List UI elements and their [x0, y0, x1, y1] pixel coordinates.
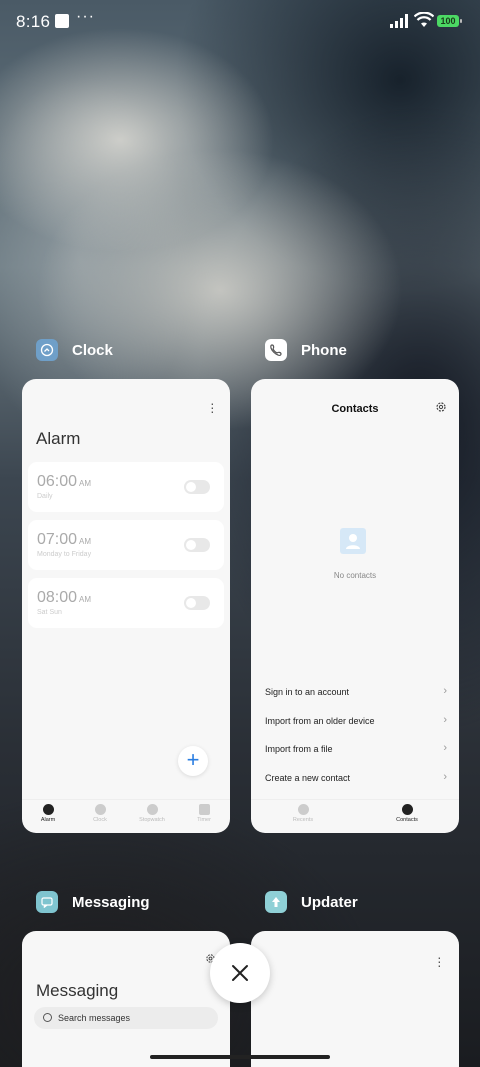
app-label-updater[interactable]: Updater — [265, 891, 358, 913]
notification-icon — [55, 14, 69, 28]
alarm-toggle[interactable] — [184, 596, 210, 610]
clock-app-icon — [36, 339, 58, 361]
battery-indicator: 100 — [437, 15, 462, 27]
action-label: Sign in to an account — [265, 687, 350, 697]
stopwatch-icon — [146, 804, 158, 815]
wifi-icon — [414, 12, 434, 27]
signal-icon — [390, 14, 408, 28]
hourglass-icon — [198, 804, 210, 815]
close-icon — [232, 965, 248, 981]
tab-label: Clock — [93, 817, 107, 823]
add-alarm-button[interactable]: + — [178, 746, 208, 776]
alarm-toggle[interactable] — [184, 538, 210, 552]
alarm-time: 08:00 — [37, 589, 78, 606]
messaging-app-icon — [36, 891, 58, 913]
action-import-file[interactable]: Import from a file › — [265, 742, 447, 754]
chevron-right-icon: › — [443, 771, 447, 783]
bottom-tab-bar: Alarm Clock Stopwatch Timer — [22, 799, 230, 833]
action-label: Import from an older device — [265, 716, 375, 726]
clock-app-card[interactable]: · · · Alarm 06:00 AM Daily 07:00 AM Monday t… — [22, 379, 230, 833]
alarm-repeat: Daily — [37, 493, 53, 500]
tab-label: Recents — [292, 817, 314, 823]
person-icon — [401, 804, 413, 815]
bottom-tab-bar: Recents Contacts — [251, 799, 459, 833]
more-options-icon[interactable]: · · · — [437, 950, 442, 972]
app-label-clock[interactable]: Clock — [36, 339, 113, 361]
alarm-time: 07:00 — [37, 531, 78, 548]
page-title: Messaging — [36, 981, 119, 1000]
alarm-item[interactable]: 06:00 AM Daily — [28, 462, 224, 512]
clear-all-button[interactable] — [210, 943, 270, 1003]
alarm-item[interactable]: 07:00 AM Monday to Friday — [28, 520, 224, 570]
alarm-repeat: Sat Sun — [37, 609, 62, 616]
home-indicator[interactable] — [150, 1055, 330, 1059]
phone-app-icon — [265, 339, 287, 361]
phone-icon — [297, 804, 309, 815]
updater-app-card[interactable]: · · · — [251, 931, 459, 1067]
status-bar: 8:16 ··· 100 — [0, 0, 480, 44]
updater-app-icon — [265, 891, 287, 913]
empty-contacts-icon — [340, 528, 366, 554]
tab-clock[interactable]: Clock — [74, 800, 126, 833]
chevron-right-icon: › — [443, 685, 447, 697]
settings-gear-icon[interactable] — [435, 401, 447, 413]
messaging-app-card[interactable]: Messaging Search messages — [22, 931, 230, 1067]
tab-stopwatch[interactable]: Stopwatch — [126, 800, 178, 833]
empty-state-text: No contacts — [333, 571, 377, 580]
status-time: 8:16 — [16, 12, 51, 31]
alarm-toggle[interactable] — [184, 480, 210, 494]
more-options-icon[interactable]: · · · — [210, 396, 215, 418]
tab-label: Stopwatch — [139, 817, 165, 823]
app-label-text: Phone — [301, 341, 347, 359]
app-label-text: Clock — [72, 341, 113, 359]
app-label-phone[interactable]: Phone — [265, 339, 347, 361]
tab-contacts[interactable]: Contacts — [355, 800, 459, 833]
more-notifications-icon: ··· — [76, 8, 95, 25]
alarm-item[interactable]: 08:00 AM Sat Sun — [28, 578, 224, 628]
action-import-older-device[interactable]: Import from an older device › — [265, 714, 447, 726]
tab-timer[interactable]: Timer — [178, 800, 230, 833]
phone-app-card[interactable]: Contacts No contacts Sign in to an accou… — [251, 379, 459, 833]
action-label: Create a new contact — [265, 773, 351, 783]
tab-recents[interactable]: Recents — [251, 800, 355, 833]
chevron-right-icon: › — [443, 714, 447, 726]
tab-alarm[interactable]: Alarm — [22, 800, 74, 833]
tab-label: Timer — [197, 817, 211, 823]
action-sign-in[interactable]: Sign in to an account › — [265, 685, 447, 697]
alarm-time: 06:00 — [37, 473, 78, 490]
alarm-ampm: AM — [79, 537, 92, 546]
alarm-repeat: Monday to Friday — [37, 551, 92, 558]
action-label: Import from a file — [265, 744, 333, 754]
page-title: Alarm — [36, 429, 81, 448]
alarm-ampm: AM — [79, 479, 92, 488]
page-title: Contacts — [331, 403, 379, 415]
app-label-text: Messaging — [72, 893, 150, 911]
app-label-text: Updater — [301, 893, 358, 911]
chevron-right-icon: › — [443, 742, 447, 754]
clock-icon — [94, 804, 106, 815]
action-create-contact[interactable]: Create a new contact › — [265, 771, 447, 783]
app-label-messaging[interactable]: Messaging — [36, 891, 150, 913]
alarm-icon — [42, 804, 54, 815]
tab-label: Alarm — [40, 817, 56, 823]
search-input[interactable]: Search messages — [34, 1007, 218, 1029]
alarm-ampm: AM — [79, 595, 92, 604]
tab-label: Contacts — [396, 817, 418, 823]
